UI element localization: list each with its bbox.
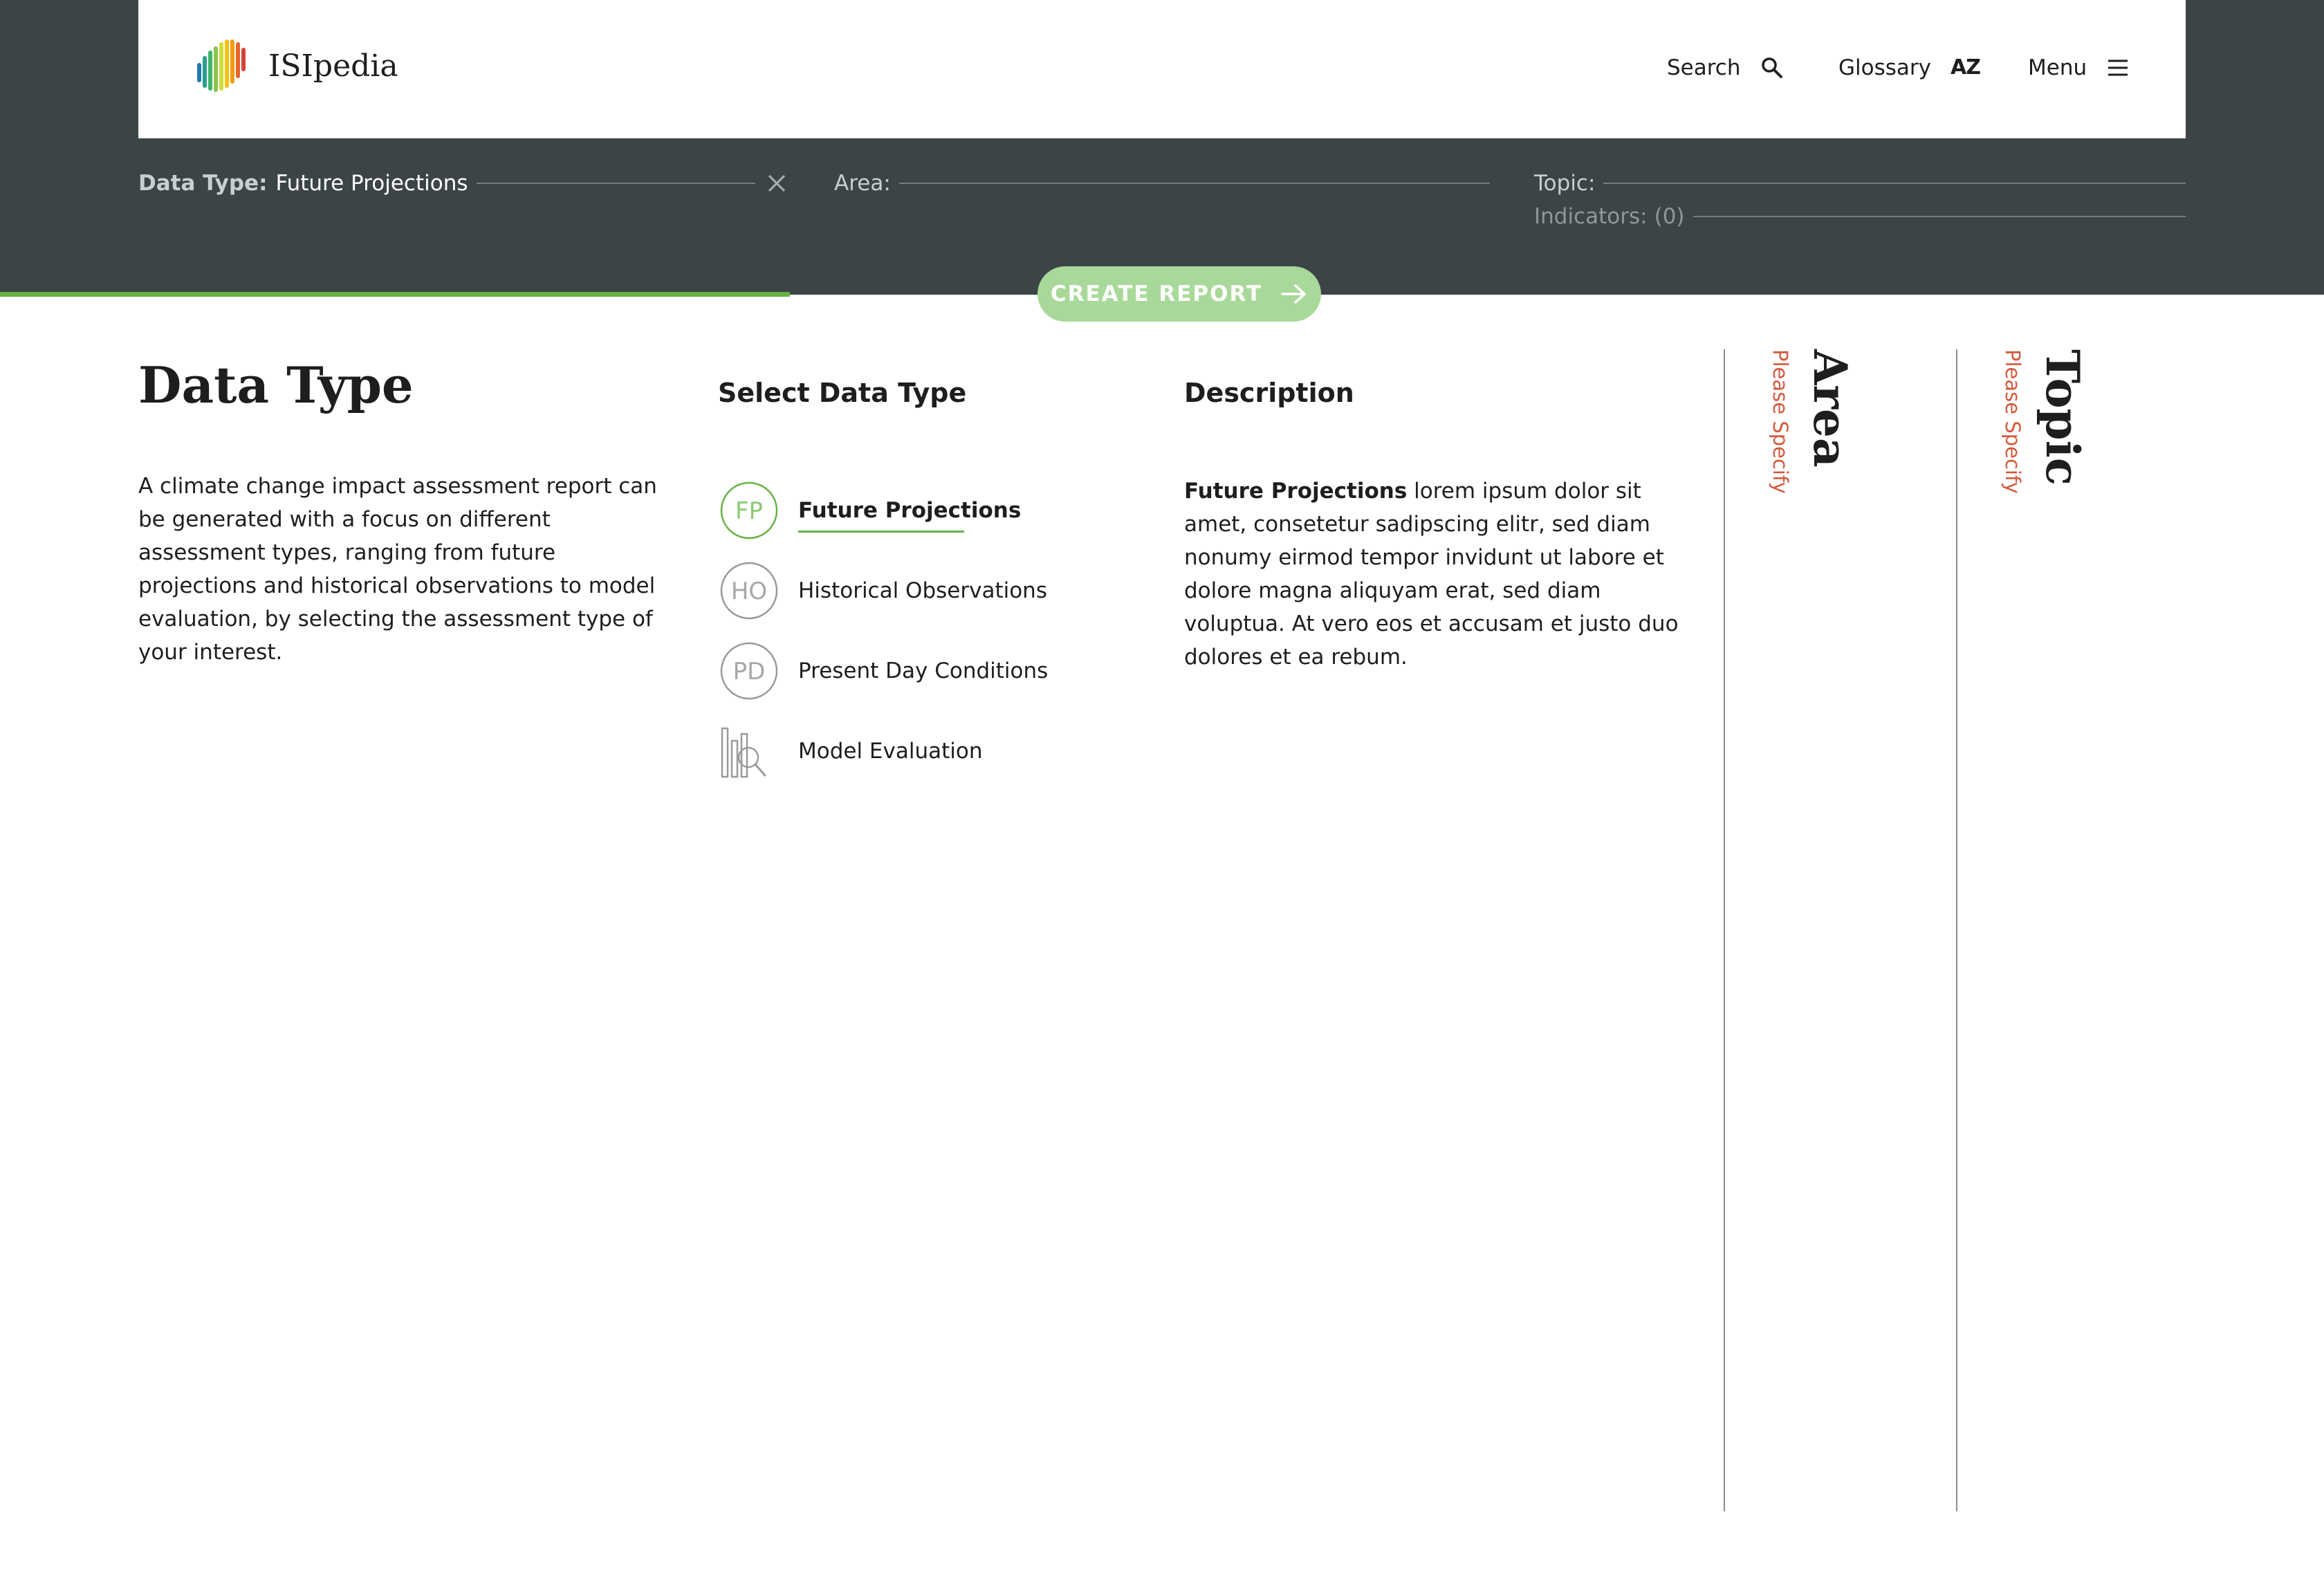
filter-divider-line — [898, 183, 1490, 184]
filter-data-type-label: Data Type: — [138, 171, 268, 196]
data-type-label: Model Evaluation — [798, 739, 983, 764]
brand-name[interactable]: ISIpedia — [268, 48, 398, 84]
description-heading: Description — [1184, 378, 1354, 408]
fp-circle-icon: FP — [720, 481, 778, 540]
nav-menu-button[interactable]: Menu — [2028, 54, 2130, 82]
filter-indicators-count: (0) — [1654, 204, 1685, 229]
filter-indicators-label: Indicators: — [1534, 204, 1648, 229]
page-title: Data Type — [138, 356, 414, 414]
nav-glossary-label: Glossary — [1838, 55, 1931, 80]
topic-panel-divider — [1956, 349, 1957, 1511]
clear-filter-close-icon[interactable] — [765, 172, 788, 195]
svg-text:PD: PD — [733, 658, 766, 685]
intro-text: A climate change impact assessment repor… — [138, 474, 657, 665]
data-type-option-historical-observations[interactable]: HO Historical Observations — [719, 551, 1048, 631]
select-data-type-heading: Select Data Type — [718, 378, 967, 408]
filter-data-type-value: Future Projections — [275, 171, 468, 196]
description-text: Future Projections lorem ipsum dolor sit… — [1184, 475, 1696, 674]
filter-data-type[interactable]: Data Type: Future Projections — [138, 169, 788, 197]
filter-indicators[interactable]: Indicators: (0) — [1534, 203, 2186, 230]
nav-glossary-button[interactable]: Glossary AZ — [1838, 54, 1981, 82]
nav-search-label: Search — [1667, 55, 1741, 80]
site-header: ISIpedia Search Glossary AZ Menu — [138, 0, 2186, 138]
model-evaluation-icon — [721, 727, 766, 778]
data-type-option-model-evaluation[interactable]: Model Evaluation — [719, 711, 1048, 791]
ho-circle-icon: HO — [720, 562, 778, 620]
filter-topic[interactable]: Topic: — [1534, 169, 2186, 197]
svg-text:HO: HO — [731, 578, 767, 605]
topic-please-specify-hint: Please Specify — [2001, 349, 2025, 494]
data-type-label: Historical Observations — [798, 578, 1047, 603]
hamburger-menu-icon — [2108, 59, 2128, 76]
arrow-right-icon — [1281, 284, 1306, 304]
glossary-az-icon: AZ — [1950, 55, 1981, 80]
description-body: lorem ipsum dolor sit amet, consetetur s… — [1184, 479, 1679, 670]
create-report-button[interactable]: CREATE REPORT — [1038, 266, 1321, 322]
filter-divider-line — [476, 183, 755, 184]
filter-area[interactable]: Area: — [834, 169, 1490, 197]
svg-text:FP: FP — [735, 497, 763, 525]
area-panel-divider — [1724, 349, 1725, 1511]
create-report-label: CREATE REPORT — [1050, 282, 1263, 306]
data-type-label: Future Projections — [798, 498, 1022, 533]
filter-topic-label: Topic: — [1534, 171, 1596, 196]
filter-area-label: Area: — [834, 171, 891, 196]
data-type-list: FP Future Projections HO Historical Obse… — [719, 470, 1048, 791]
filter-divider-line — [1693, 216, 2186, 217]
data-type-label: Present Day Conditions — [798, 658, 1049, 683]
pd-circle-icon: PD — [720, 642, 778, 700]
filter-divider-line — [1603, 183, 2186, 184]
topic-panel-tab[interactable]: Topic — [2036, 349, 2090, 486]
nav-search-button[interactable]: Search — [1667, 54, 1784, 82]
description-bold-term: Future Projections — [1184, 479, 1408, 504]
progress-bar — [0, 292, 790, 297]
area-panel-tab[interactable]: Area — [1803, 349, 1857, 468]
area-please-specify-hint: Please Specify — [1769, 349, 1792, 494]
search-icon — [1761, 57, 1782, 78]
data-type-option-future-projections[interactable]: FP Future Projections — [719, 470, 1048, 551]
data-type-option-present-day-conditions[interactable]: PD Present Day Conditions — [719, 631, 1048, 711]
nav-menu-label: Menu — [2028, 55, 2087, 80]
isipedia-logo-icon[interactable] — [192, 35, 252, 94]
